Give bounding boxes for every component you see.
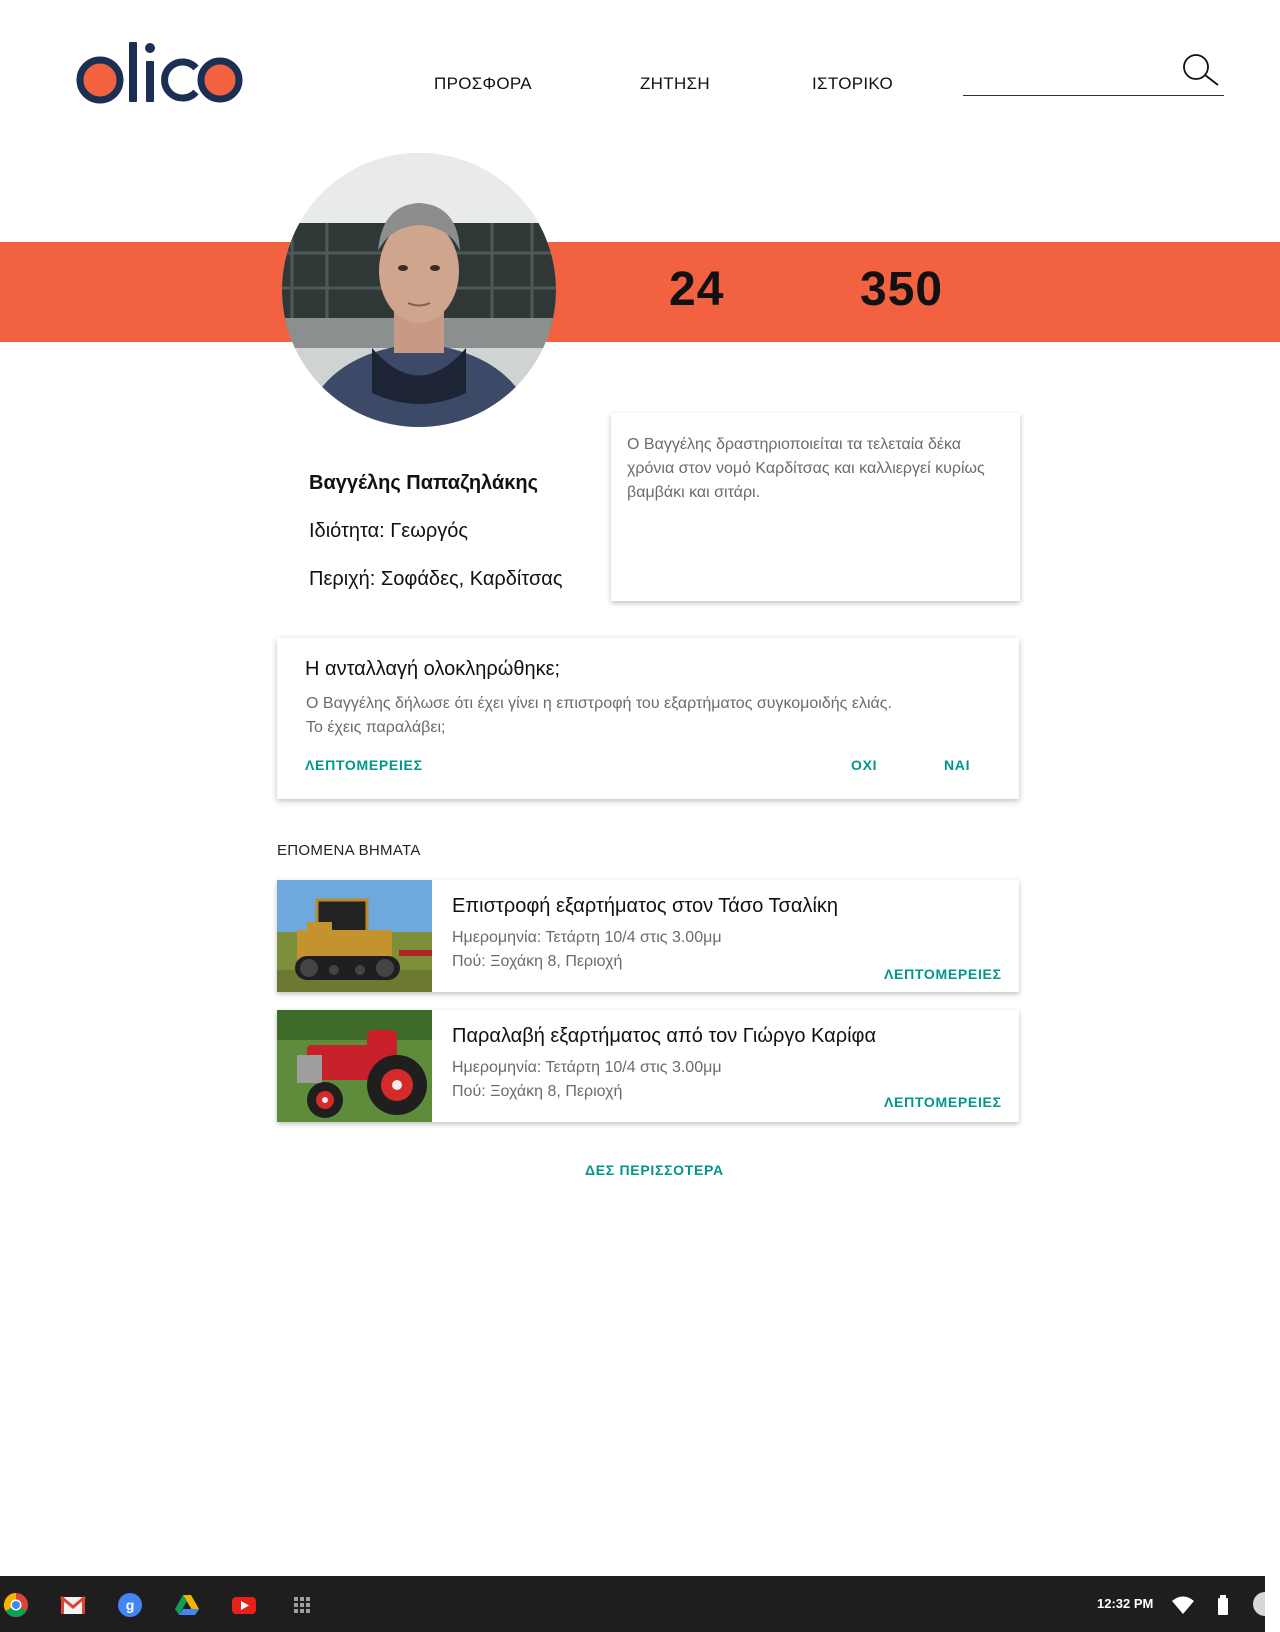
profile-area: Περιχή: Σοφάδες, Καρδίτσας — [309, 568, 563, 590]
app-launcher-icon[interactable] — [289, 1592, 315, 1618]
svg-text:g: g — [126, 1597, 135, 1613]
step-image-tracked-tractor — [277, 880, 432, 992]
step-place: Πού: Ξοχάκη 8, Περιοχή — [452, 953, 623, 970]
account-avatar-icon[interactable] — [1250, 1591, 1277, 1617]
stat-value-2: 350 — [860, 263, 944, 316]
taskbar: g 12:32 PM — [0, 1576, 1277, 1632]
step-title: Επιστροφή εξαρτήματος στον Τάσο Τσαλίκη — [452, 895, 839, 917]
clock[interactable]: 12:32 PM — [1097, 1596, 1153, 1611]
avatar — [282, 153, 556, 427]
profile-occupation: Ιδιότητα: Γεωργός — [309, 520, 468, 542]
wifi-icon[interactable] — [1170, 1594, 1196, 1620]
chrome-icon[interactable] — [3, 1592, 29, 1618]
exchange-line-2: Το έχεις παραλάβει; — [306, 719, 446, 736]
exchange-details-button[interactable]: ΛΕΠΤΟΜΕΡΕΙΕΣ — [305, 757, 423, 773]
drive-icon[interactable] — [174, 1592, 200, 1618]
youtube-icon[interactable] — [231, 1592, 257, 1618]
step-card[interactable]: Παραλαβή εξαρτήματος από τον Γιώργο Καρί… — [277, 1010, 1019, 1122]
see-more-button[interactable]: ΔΕΣ ΠΕΡΙΣΣΟΤΕΡΑ — [585, 1162, 724, 1178]
no-button[interactable]: ΟΧΙ — [851, 757, 877, 773]
nav-zitisi[interactable]: ΖΗΤΗΣΗ — [640, 74, 710, 94]
search-icon[interactable] — [1180, 52, 1220, 88]
exchange-line-1: Ο Βαγγέλης δήλωσε ότι έχει γίνει η επιστ… — [306, 695, 892, 712]
battery-icon[interactable] — [1216, 1594, 1230, 1620]
step-details-button[interactable]: ΛΕΠΤΟΜΕΡΕΙΕΣ — [884, 1094, 1002, 1110]
exchange-card: Η ανταλλαγή ολοκληρώθηκε; Ο Βαγγέλης δήλ… — [277, 638, 1019, 799]
gmail-icon[interactable] — [60, 1592, 86, 1618]
next-steps-heading: ΕΠΟΜΕΝΑ ΒΗΜΑΤΑ — [277, 842, 421, 859]
profile-name: Βαγγέλης Παπαζηλάκης — [309, 472, 538, 494]
nav-istoriko[interactable]: ΙΣΤΟΡΙΚΟ — [812, 74, 893, 94]
step-card[interactable]: Επιστροφή εξαρτήματος στον Τάσο Τσαλίκη … — [277, 880, 1019, 992]
yes-button[interactable]: ΝΑΙ — [944, 757, 970, 773]
step-date: Ημερομηνία: Τετάρτη 10/4 στις 3.00μμ — [452, 1059, 722, 1076]
search-bar — [963, 48, 1224, 96]
step-image-red-tractor — [277, 1010, 432, 1122]
nav-prosfora[interactable]: ΠΡΟΣΦΟΡΑ — [434, 74, 532, 94]
step-title: Παραλαβή εξαρτήματος από τον Γιώργο Καρί… — [452, 1025, 877, 1047]
bio-text: Ο Βαγγέλης δραστηριοποιείται τα τελεταία… — [627, 436, 985, 501]
google-search-icon[interactable]: g — [117, 1592, 143, 1618]
step-details-button[interactable]: ΛΕΠΤΟΜΕΡΕΙΕΣ — [884, 966, 1002, 982]
olico-logo[interactable] — [72, 40, 252, 106]
exchange-message: Ο Βαγγέλης δήλωσε ότι έχει γίνει η επιστ… — [306, 692, 892, 740]
exchange-title: Η ανταλλαγή ολοκληρώθηκε; — [305, 658, 561, 680]
bio-card: Ο Βαγγέλης δραστηριοποιείται τα τελεταία… — [611, 413, 1020, 601]
profile-banner — [0, 242, 1280, 342]
step-place: Πού: Ξοχάκη 8, Περιοχή — [452, 1083, 623, 1100]
stat-value-1: 24 — [669, 263, 725, 316]
search-input[interactable] — [963, 56, 1173, 90]
step-date: Ημερομηνία: Τετάρτη 10/4 στις 3.00μμ — [452, 929, 722, 946]
